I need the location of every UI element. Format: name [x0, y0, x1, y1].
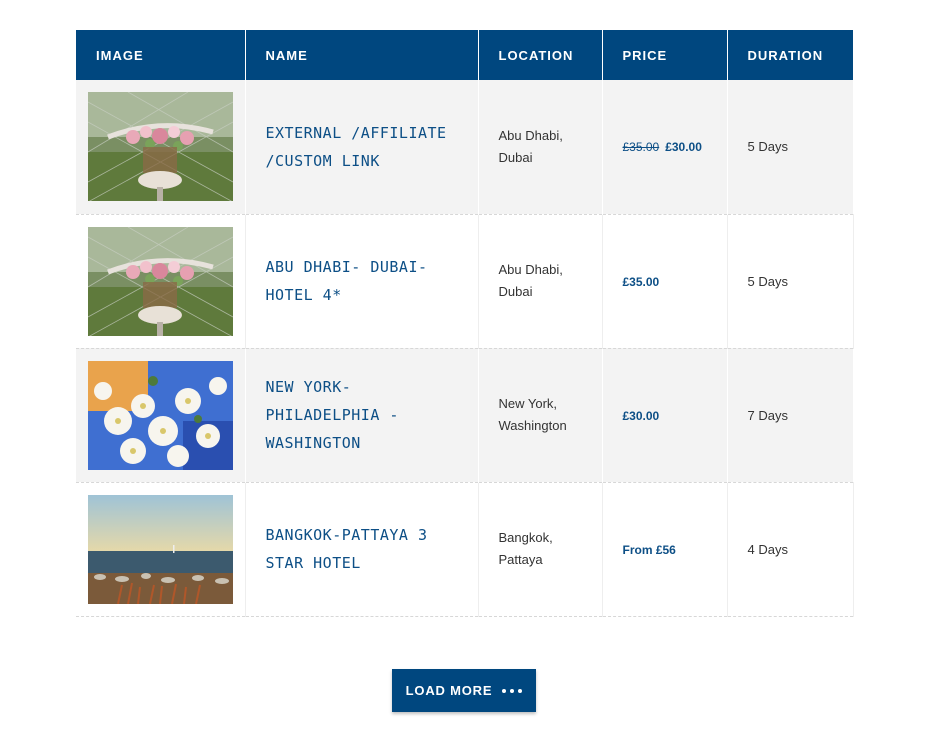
duration-value: 5 Days — [747, 139, 788, 155]
image-cell — [76, 482, 246, 617]
tour-name-link[interactable]: Bangkok-Pattaya 3 Star Hotel — [266, 521, 478, 577]
duration-cell: 5 Days — [727, 80, 853, 215]
duration-cell: 4 Days — [727, 482, 854, 617]
price-cell: £35.00 £30.00 — [602, 80, 728, 215]
location-cell: Abu Dhabi, Dubai — [478, 80, 603, 215]
location-line: Dubai — [498, 149, 533, 165]
table-header-row: Image Name Location Price Duration — [76, 30, 853, 80]
duration-cell: 7 Days — [727, 348, 853, 483]
tour-thumbnail-link[interactable] — [88, 360, 233, 470]
image-cell — [76, 214, 246, 349]
tour-thumbnail-link[interactable] — [88, 92, 233, 202]
ellipsis-icon — [502, 688, 523, 693]
image-cell — [76, 348, 246, 483]
name-cell: External /Affiliate /Custom Link — [245, 80, 479, 215]
old-price: £35.00 — [622, 140, 660, 155]
name-cell: Bangkok-Pattaya 3 Star Hotel — [245, 482, 479, 617]
price-cell: From £56 — [602, 482, 728, 617]
location-line: Bangkok, — [498, 530, 553, 545]
bicycle-flowers-photo-icon — [88, 226, 233, 336]
tour-name-link[interactable]: New York- Philadelphia - Washington — [266, 373, 478, 457]
location-cell: Abu Dhabi, Dubai — [478, 214, 603, 349]
duration-value: 4 Days — [747, 541, 788, 557]
duration-value: 7 Days — [747, 407, 788, 423]
location-line: Abu Dhabi, — [498, 127, 563, 143]
location-line: New York, — [498, 396, 558, 411]
current-price: £30.00 — [665, 140, 702, 155]
header-price: Price — [602, 30, 728, 80]
table-row: New York- Philadelphia - Washington New … — [76, 348, 853, 483]
current-price: £35.00 — [622, 274, 660, 289]
tour-thumbnail-link[interactable] — [88, 494, 233, 604]
price-cell: £35.00 — [602, 214, 728, 349]
load-more-label: Load More — [405, 683, 493, 698]
tour-thumbnail-link[interactable] — [88, 226, 233, 336]
location-line: Pattaya — [498, 552, 543, 567]
price-cell: £30.00 — [602, 348, 728, 483]
location-line: Dubai — [498, 284, 533, 299]
header-name: Name — [245, 30, 479, 80]
current-price: From £56 — [622, 542, 676, 557]
location-cell: Bangkok, Pattaya — [478, 482, 603, 617]
current-price: £30.00 — [622, 408, 660, 423]
table-row: Bangkok-Pattaya 3 Star Hotel Bangkok, Pa… — [76, 482, 854, 617]
table-row: External /Affiliate /Custom Link Abu Dha… — [76, 80, 853, 215]
location-line: Abu Dhabi, — [498, 262, 563, 277]
location-line: Washington — [498, 418, 567, 433]
name-cell: New York- Philadelphia - Washington — [245, 348, 479, 483]
load-more-button[interactable]: Load More — [392, 669, 536, 712]
tours-table-wrapper: Image Name Location Price Duration — [76, 30, 854, 617]
duration-cell: 5 Days — [727, 214, 854, 349]
tours-table: Image Name Location Price Duration — [76, 30, 854, 617]
image-cell — [76, 80, 246, 215]
tour-name-link[interactable]: External /Affiliate /Custom Link — [266, 119, 478, 175]
bicycle-flowers-photo-icon — [88, 92, 233, 202]
header-duration: Duration — [727, 30, 853, 80]
seaside-photo-icon — [88, 494, 233, 604]
location-cell: New York, Washington — [478, 348, 603, 483]
name-cell: Abu Dhabi- Dubai- Hotel 4* — [245, 214, 479, 349]
table-row: Abu Dhabi- Dubai- Hotel 4* Abu Dhabi, Du… — [76, 214, 854, 349]
header-location: Location — [478, 30, 603, 80]
white-blossoms-photo-icon — [88, 360, 233, 470]
header-image: Image — [76, 30, 246, 80]
duration-value: 5 Days — [747, 273, 788, 289]
tour-name-link[interactable]: Abu Dhabi- Dubai- Hotel 4* — [266, 253, 478, 309]
